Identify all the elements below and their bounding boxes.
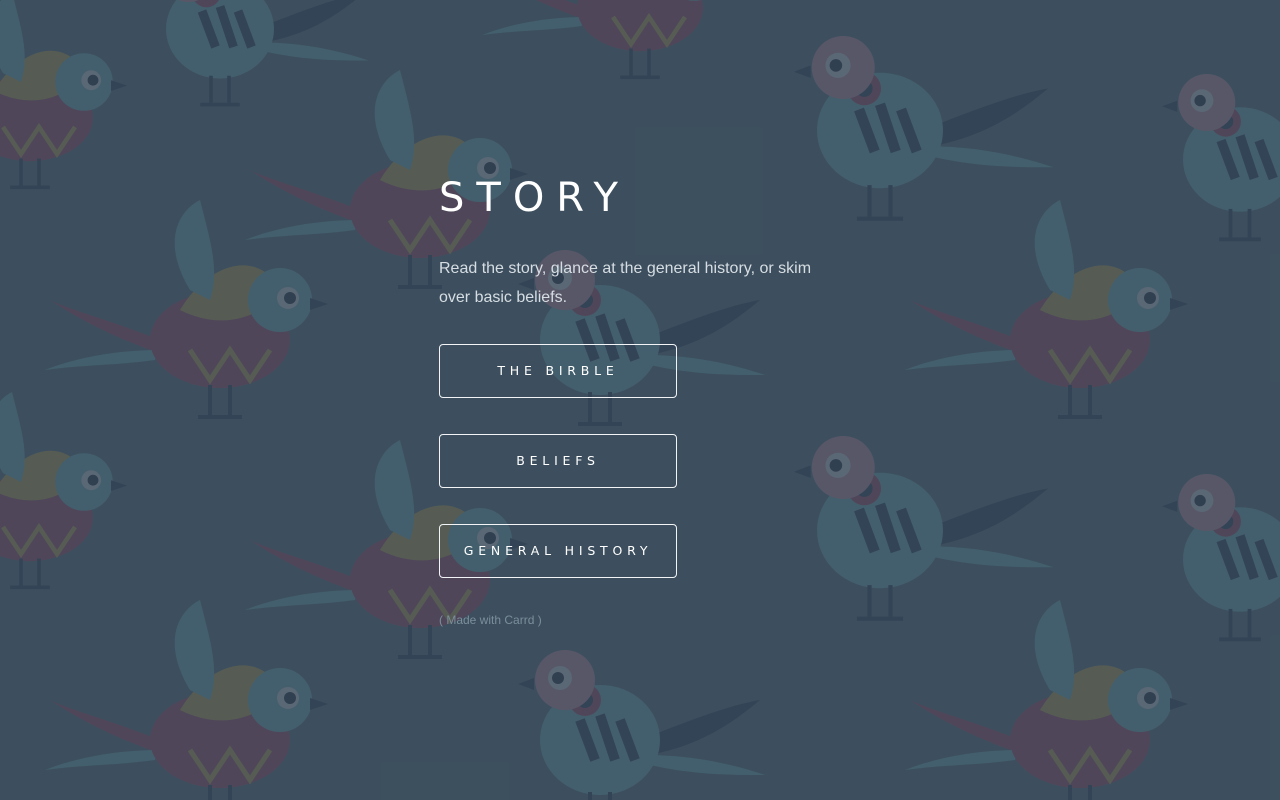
beliefs-button[interactable]: BELIEFS bbox=[439, 434, 677, 488]
the-birble-button[interactable]: THE BIRBLE bbox=[439, 344, 677, 398]
intro-text: Read the story, glance at the general hi… bbox=[439, 260, 812, 306]
hero-section: STORY Read the story, glance at the gene… bbox=[439, 172, 859, 628]
page-title: STORY bbox=[439, 175, 630, 221]
made-with-carrd-link[interactable]: ( Made with Carrd ) bbox=[439, 612, 859, 628]
general-history-button[interactable]: GENERAL HISTORY bbox=[439, 524, 677, 578]
